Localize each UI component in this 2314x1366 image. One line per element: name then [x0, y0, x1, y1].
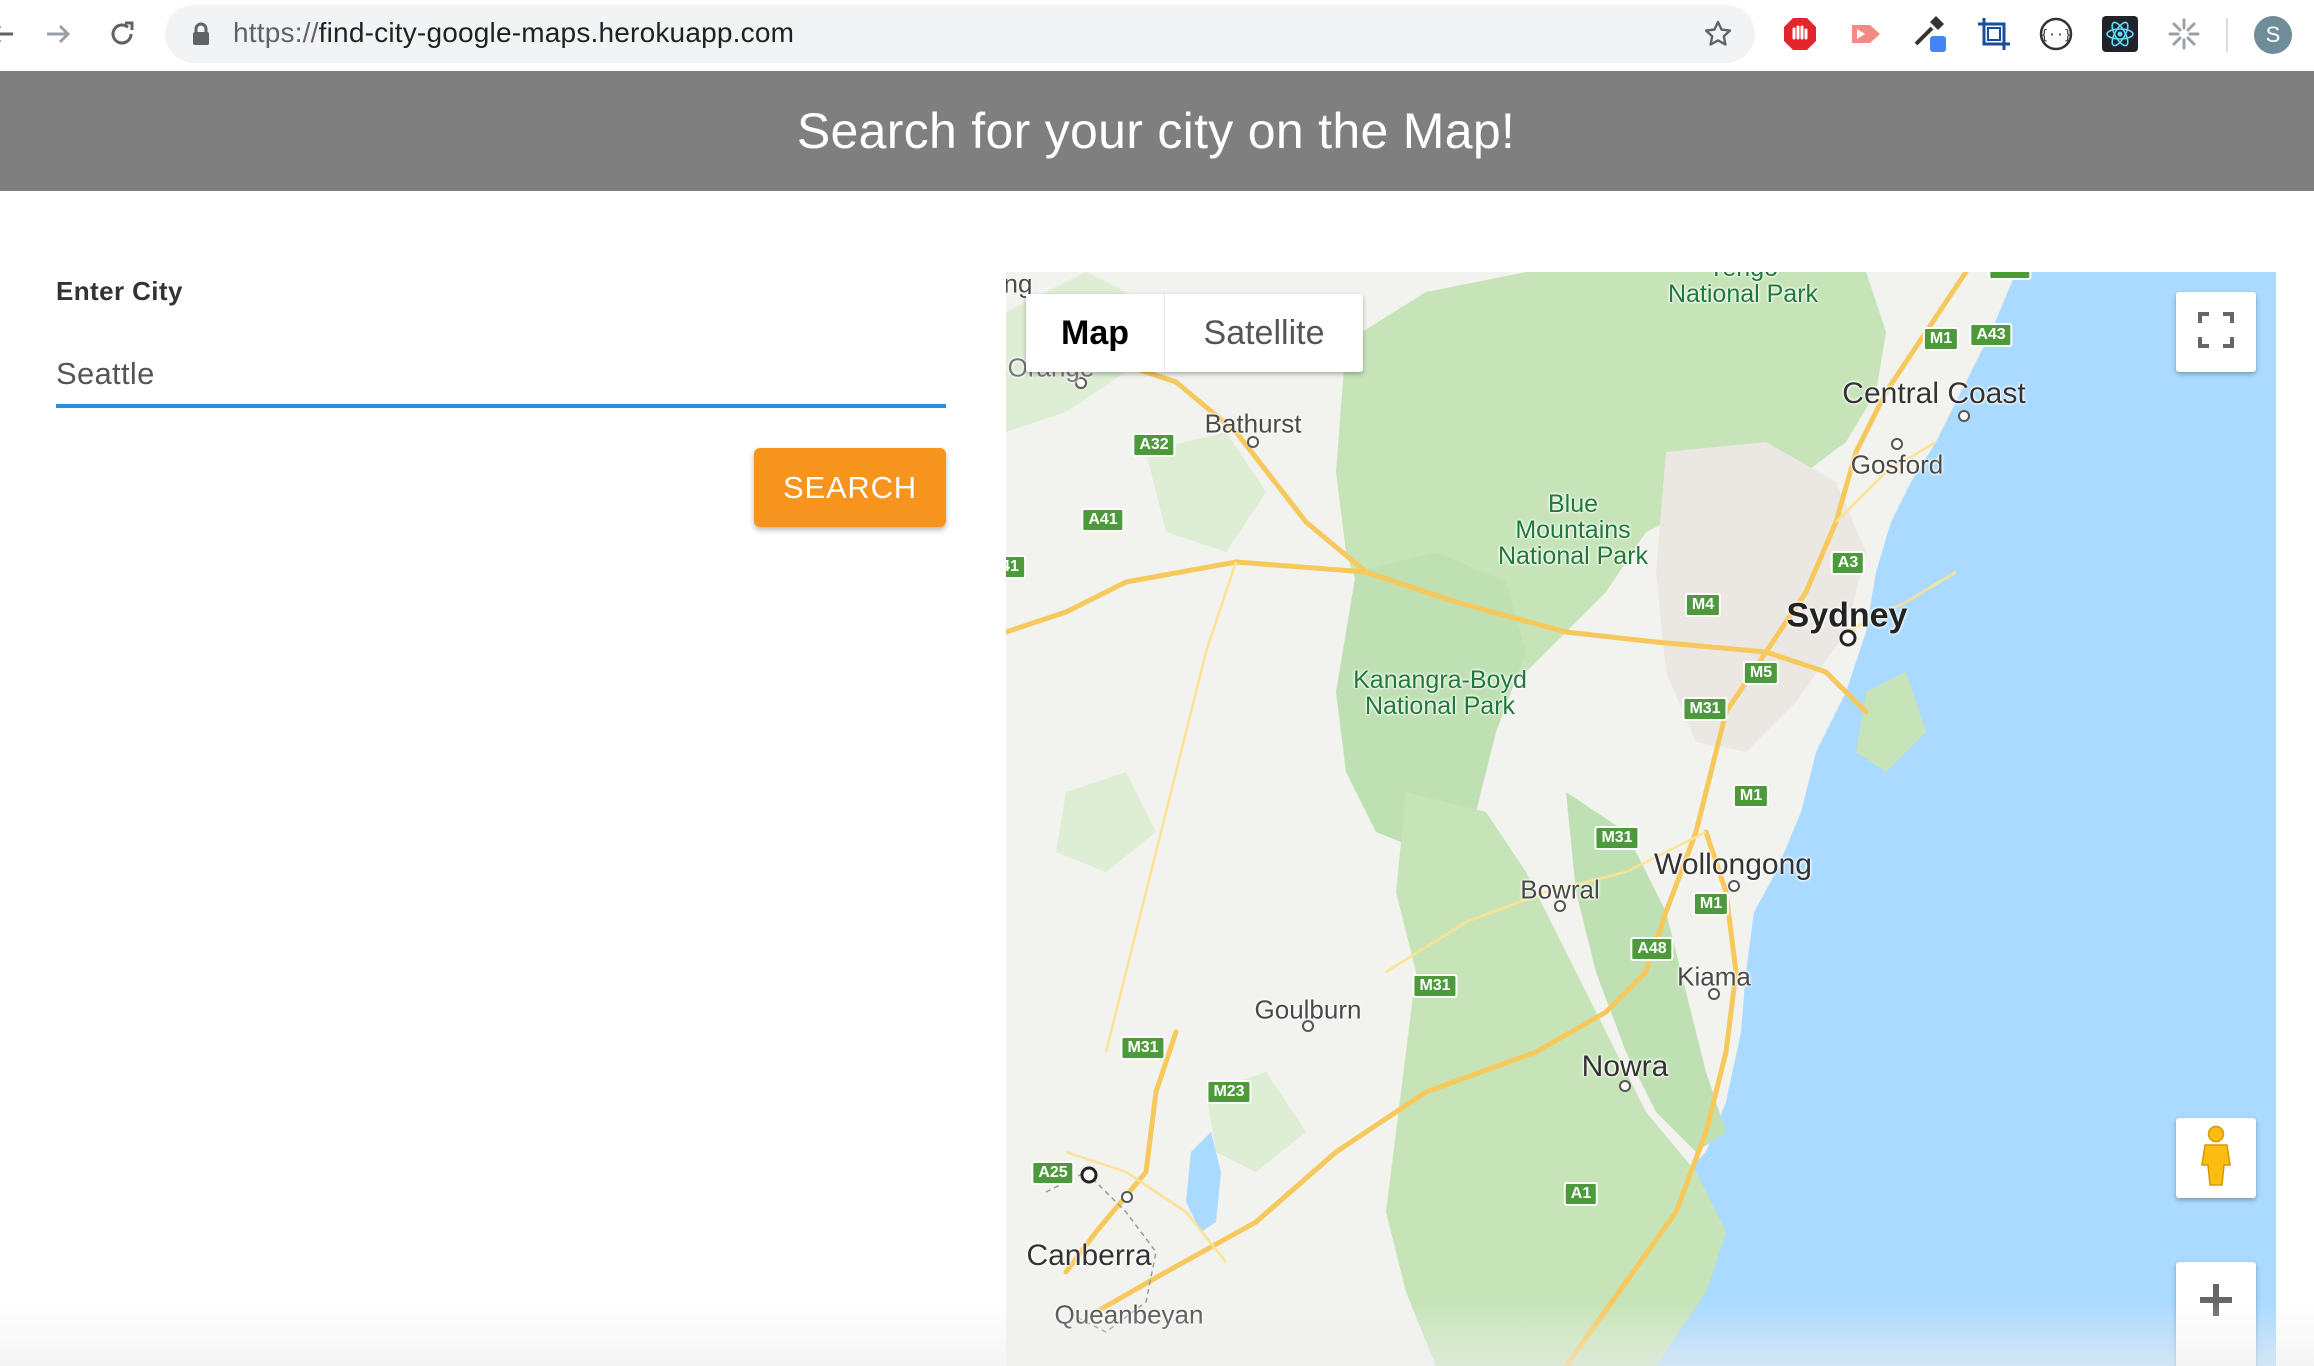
map-label-queanbeyan: Queanbeyan: [1054, 1299, 1204, 1330]
address-bar[interactable]: https://find-city-google-maps.herokuapp.…: [165, 5, 1755, 63]
road-shield: M23: [1206, 1080, 1252, 1104]
forward-icon[interactable]: [34, 10, 82, 58]
road-shield: A25: [1031, 1161, 1075, 1185]
map-type-control: Map Satellite: [1026, 294, 1363, 372]
map-label-kanangra-1: Kanangra-Boyd: [1353, 666, 1527, 694]
settings-extension-icon[interactable]: [2164, 14, 2204, 54]
map-label-bathurst: Bathurst: [1204, 408, 1302, 439]
fullscreen-icon: [2198, 311, 2234, 353]
road-shield: M31: [1412, 974, 1458, 998]
road-shield: M1: [1692, 892, 1730, 916]
app-header: Search for your city on the Map!: [0, 71, 2314, 191]
cast-extension-icon[interactable]: [1846, 14, 1886, 54]
road-shield: A43: [1988, 272, 2032, 280]
url-text: https://find-city-google-maps.herokuapp.…: [233, 17, 795, 48]
map-label-canberra: Canberra: [1026, 1239, 1152, 1272]
pegman-icon: [2199, 1125, 2233, 1192]
reload-icon[interactable]: [98, 10, 146, 58]
road-shield: A48: [1630, 937, 1674, 961]
map-label-central-coast: Central Coast: [1842, 377, 2026, 410]
map-label-kanangra-2: National Park: [1364, 692, 1516, 720]
road-shield: M31: [1682, 697, 1728, 721]
map-label-gosford: Gosford: [1850, 449, 1944, 480]
map-label-blue-mountains-2: Mountains: [1515, 516, 1631, 544]
eyedropper-icon[interactable]: [1910, 14, 1950, 54]
fullscreen-button[interactable]: [2176, 292, 2256, 372]
toolbar-separator: [2226, 18, 2228, 52]
react-devtools-icon[interactable]: [2100, 14, 2140, 54]
map-tiles: [1006, 272, 2276, 1366]
map-label-sydney: Sydney: [1786, 596, 1908, 635]
svg-text:{··}: {··}: [2040, 28, 2071, 43]
street-view-button[interactable]: [2176, 1118, 2256, 1198]
map-label-yengo-np: National Park: [1667, 280, 1819, 308]
lock-icon: [191, 22, 211, 51]
city-input[interactable]: [56, 344, 946, 408]
road-shield: A43: [1969, 323, 2013, 347]
map-label-bowral: Bowral: [1520, 874, 1600, 905]
crop-tool-icon[interactable]: [1974, 14, 2014, 54]
road-shield: M31: [1120, 1036, 1166, 1060]
zoom-control: [2176, 1262, 2256, 1366]
back-icon[interactable]: [0, 10, 26, 58]
road-shield: M1: [1922, 327, 1960, 351]
search-button[interactable]: SEARCH: [754, 448, 946, 527]
map-label-kiama: Kiama: [1677, 961, 1751, 992]
road-shield: M31: [1594, 826, 1640, 850]
road-shield: A3: [1830, 551, 1866, 575]
road-shield: A1: [1563, 1182, 1599, 1206]
map-label-wollongong: Wollongong: [1654, 848, 1812, 881]
gosford-marker: [1891, 438, 1903, 450]
bookmark-star-icon[interactable]: [1703, 19, 1733, 54]
map-label-blue-mountains-3: National Park: [1497, 542, 1649, 570]
city-field-label: Enter City: [56, 276, 183, 306]
map-label-goulburn: Goulburn: [1254, 994, 1362, 1025]
road-shield: A41: [1081, 508, 1125, 532]
zoom-in-icon[interactable]: [2196, 1280, 2236, 1325]
map-type-satellite-button[interactable]: Satellite: [1165, 294, 1363, 372]
road-shield: A32: [1132, 433, 1176, 457]
central-coast-marker: [1958, 410, 1970, 422]
browser-toolbar: https://find-city-google-maps.herokuapp.…: [0, 0, 2314, 71]
map-label-blue-mountains-1: Blue: [1547, 490, 1599, 518]
adblock-icon[interactable]: [1780, 14, 1820, 54]
queanbeyan-marker: [1121, 1191, 1133, 1203]
map-label-nowra: Nowra: [1581, 1050, 1669, 1083]
page-title: Search for your city on the Map!: [796, 103, 1516, 159]
road-shield: M1: [1732, 784, 1770, 808]
code-extension-icon[interactable]: {··}: [2036, 14, 2076, 54]
canberra-marker: [1080, 1166, 1098, 1184]
map-type-map-button[interactable]: Map: [1026, 294, 1165, 372]
road-shield: M4: [1684, 593, 1722, 617]
road-shield: M5: [1742, 661, 1780, 685]
road-shield: 41: [1006, 555, 1026, 579]
profile-avatar[interactable]: S: [2254, 16, 2292, 54]
google-map[interactable]: ng Orange Bathurst Yengo National Park C…: [1006, 272, 2276, 1366]
